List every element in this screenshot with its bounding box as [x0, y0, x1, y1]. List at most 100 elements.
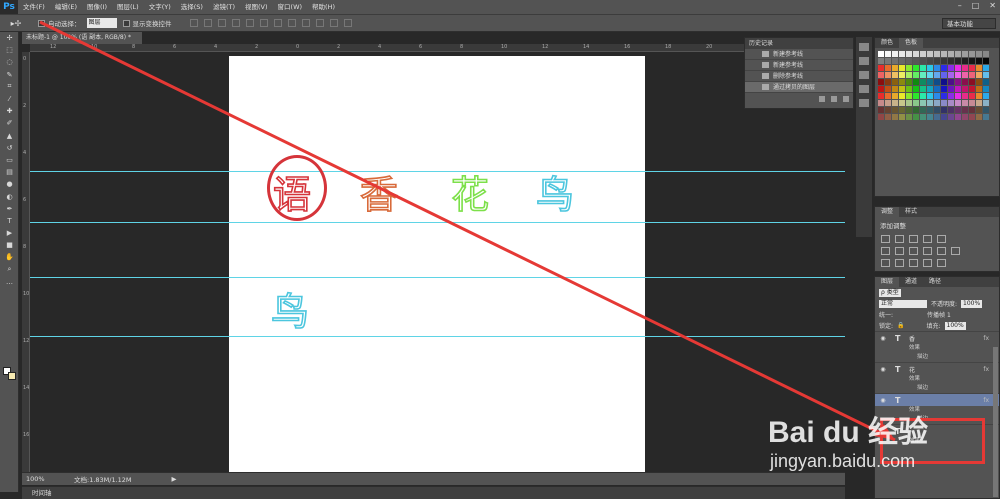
color-swatch[interactable]: [941, 93, 947, 99]
color-swatch[interactable]: [878, 114, 884, 120]
history-item-selected[interactable]: 通过拷贝的图层: [745, 82, 853, 93]
color-swatch[interactable]: [962, 65, 968, 71]
color-swatch[interactable]: [878, 93, 884, 99]
color-swatch[interactable]: [934, 100, 940, 106]
maximize-button[interactable]: □: [972, 1, 980, 10]
brightness-icon[interactable]: [881, 235, 890, 243]
eraser-tool-icon[interactable]: ▭: [0, 154, 19, 166]
color-swatch[interactable]: [920, 114, 926, 120]
color-swatch[interactable]: [892, 107, 898, 113]
fx-icon[interactable]: fx: [983, 335, 989, 342]
tab-paths[interactable]: 路径: [923, 277, 947, 287]
color-swatch[interactable]: [906, 86, 912, 92]
color-swatch[interactable]: [920, 107, 926, 113]
color-swatch[interactable]: [948, 100, 954, 106]
color-swatch[interactable]: [983, 86, 989, 92]
eye-icon[interactable]: ◉: [879, 397, 887, 404]
color-swatch[interactable]: [906, 114, 912, 120]
color-swatch[interactable]: [934, 72, 940, 78]
color-swatch[interactable]: [892, 51, 898, 57]
color-swatch[interactable]: [969, 58, 975, 64]
color-swatch[interactable]: [962, 79, 968, 85]
distribute-center-icon[interactable]: [329, 19, 338, 27]
layer-stroke-effect[interactable]: 描边: [875, 384, 999, 393]
pen-tool-icon[interactable]: ✒: [0, 203, 19, 215]
tab-channels[interactable]: 通道: [899, 277, 923, 287]
tab-styles[interactable]: 样式: [899, 207, 923, 217]
lookup-icon[interactable]: [951, 247, 960, 255]
color-swatch[interactable]: [941, 86, 947, 92]
color-swatch[interactable]: [899, 107, 905, 113]
distribute-middle-icon[interactable]: [287, 19, 296, 27]
glyph-hua[interactable]: 花: [450, 164, 490, 219]
align-middle-icon[interactable]: [203, 19, 212, 27]
color-swatch[interactable]: [948, 65, 954, 71]
menu-file[interactable]: 文件(F): [18, 0, 50, 14]
color-swatch[interactable]: [976, 72, 982, 78]
color-swatch[interactable]: [927, 65, 933, 71]
curves-icon[interactable]: [909, 235, 918, 243]
color-swatch[interactable]: [983, 58, 989, 64]
status-menu-arrow-icon[interactable]: ▶: [172, 475, 177, 483]
color-swatch[interactable]: [934, 107, 940, 113]
color-swatch[interactable]: [878, 51, 884, 57]
move-tool-icon[interactable]: ✢: [0, 32, 19, 44]
color-swatch[interactable]: [927, 107, 933, 113]
color-swatch[interactable]: [941, 100, 947, 106]
color-swatch[interactable]: [920, 79, 926, 85]
color-swatch[interactable]: [934, 93, 940, 99]
swatch-grid[interactable]: [878, 51, 994, 120]
guide-line[interactable]: [30, 222, 845, 223]
color-swatch[interactable]: [976, 100, 982, 106]
guide-line[interactable]: [30, 171, 845, 172]
panel-toggle-icon[interactable]: [859, 85, 869, 93]
auto-select-dropdown[interactable]: 图层: [86, 18, 117, 28]
color-swatch[interactable]: [885, 65, 891, 71]
color-swatch[interactable]: [913, 93, 919, 99]
color-swatch[interactable]: [948, 107, 954, 113]
color-swatch[interactable]: [920, 51, 926, 57]
hand-tool-icon[interactable]: ✋: [0, 251, 19, 263]
layer-kind-filter[interactable]: ρ 类型: [879, 288, 901, 297]
color-swatch[interactable]: [899, 114, 905, 120]
color-swatch[interactable]: [955, 93, 961, 99]
color-swatch[interactable]: [983, 107, 989, 113]
color-swatch[interactable]: [934, 58, 940, 64]
color-swatch[interactable]: [906, 72, 912, 78]
exposure-icon[interactable]: [923, 235, 932, 243]
align-center-icon[interactable]: [245, 19, 254, 27]
color-swatch[interactable]: [920, 72, 926, 78]
color-swatch[interactable]: [976, 58, 982, 64]
color-swatch[interactable]: [906, 58, 912, 64]
color-swatch[interactable]: [941, 79, 947, 85]
history-item[interactable]: 新建参考线: [745, 60, 853, 71]
color-swatch[interactable]: [948, 114, 954, 120]
color-swatch[interactable]: [962, 51, 968, 57]
color-swatch[interactable]: [927, 100, 933, 106]
color-swatch[interactable]: [934, 79, 940, 85]
panel-toggle-icon[interactable]: [859, 71, 869, 79]
color-swatch[interactable]: [934, 51, 940, 57]
marquee-tool-icon[interactable]: ⬚: [0, 44, 19, 56]
color-swatch[interactable]: [969, 107, 975, 113]
dodge-tool-icon[interactable]: ◐: [0, 190, 19, 202]
color-swatch[interactable]: [948, 86, 954, 92]
color-swatch[interactable]: [913, 51, 919, 57]
color-swatch[interactable]: [976, 107, 982, 113]
color-swatch[interactable]: [920, 93, 926, 99]
distribute-left-icon[interactable]: [315, 19, 324, 27]
color-swatch[interactable]: [962, 100, 968, 106]
color-swatch[interactable]: [899, 65, 905, 71]
color-swatch[interactable]: [899, 93, 905, 99]
opacity-input[interactable]: 100%: [961, 299, 983, 308]
color-swatch[interactable]: [927, 58, 933, 64]
more-tools-icon[interactable]: …: [0, 276, 19, 288]
history-brush-icon[interactable]: ↺: [0, 142, 19, 154]
glyph-niao-copy[interactable]: 鸟: [270, 281, 310, 336]
healing-tool-icon[interactable]: ✚: [0, 105, 19, 117]
show-transform-checkbox[interactable]: [122, 19, 130, 27]
color-swatch[interactable]: [913, 79, 919, 85]
color-swatch[interactable]: [892, 72, 898, 78]
eyedropper-tool-icon[interactable]: ⁄: [0, 93, 19, 105]
color-swatch[interactable]: [892, 58, 898, 64]
